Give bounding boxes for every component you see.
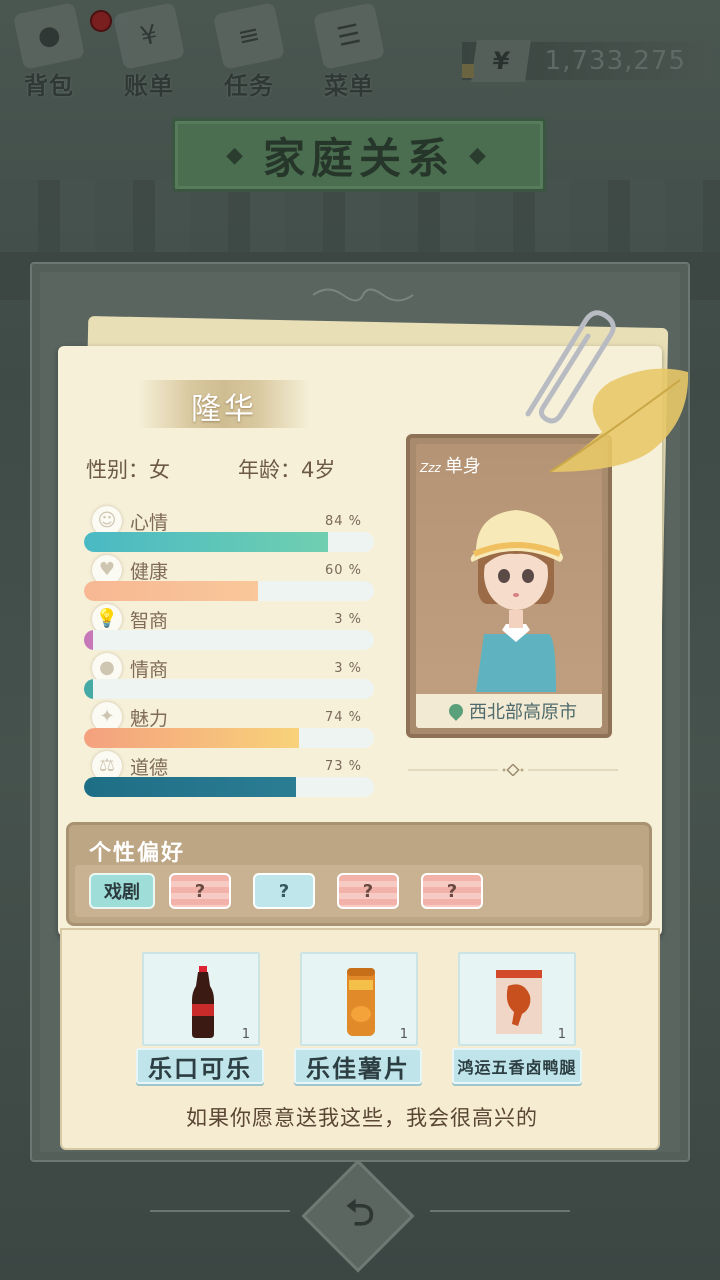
character-portrait <box>470 510 563 692</box>
status-text: 单身 <box>444 456 481 477</box>
stat-bar-fill <box>84 581 258 601</box>
gift-name-cola[interactable]: 乐口可乐 <box>136 1048 264 1084</box>
bill-icon: ¥ <box>112 2 186 70</box>
personality-panel: 个性偏好 戏剧 ? ? ? ? <box>66 822 652 926</box>
stat-bar-fill <box>84 532 328 552</box>
personality-tag-locked[interactable]: ? <box>253 873 315 909</box>
coin-chip-icon <box>462 64 474 78</box>
personality-tag-locked[interactable]: ? <box>169 873 231 909</box>
bag-icon: ● <box>12 2 86 70</box>
location-bar: 西北部高原市 <box>416 694 602 728</box>
stat-bar-track <box>84 532 374 552</box>
family-relations-banner: ◆ 家庭关系 ◆ <box>172 118 546 192</box>
stat-percent: 3 % <box>334 661 362 676</box>
divider-ornament <box>408 764 618 776</box>
stat-row: ♥ 健康 60 % <box>84 555 376 603</box>
money-display: ¥ 1,733,275 <box>462 40 712 82</box>
ornament-icon <box>312 288 414 302</box>
gift-slot-duck-leg[interactable]: 1 <box>458 952 576 1046</box>
yen-icon: ¥ <box>471 40 531 82</box>
sleep-zzz-icon: Zzz <box>420 461 441 475</box>
chips-can-icon <box>347 968 375 1036</box>
gifts-panel: 1 1 1 乐口可乐 乐佳薯片 鸿运五香卤鸭腿 如果你愿意送我这些，我会很高兴的 <box>60 928 660 1150</box>
stat-bar-track <box>84 728 374 748</box>
personality-title: 个性偏好 <box>89 841 186 866</box>
stat-row: 💡 智商 3 % <box>84 604 376 652</box>
menu-label: 菜单 <box>324 72 374 100</box>
location-text: 西北部高原市 <box>469 702 577 723</box>
stat-percent: 60 % <box>324 563 362 578</box>
bag-label: 背包 <box>24 72 74 100</box>
stat-label: 心情 <box>130 512 169 534</box>
stat-percent: 84 % <box>324 514 362 529</box>
bottom-divider-left <box>150 1210 290 1216</box>
ginkgo-leaf-icon <box>549 368 689 473</box>
character-name: 隆华 <box>191 392 257 427</box>
stat-percent: 3 % <box>334 612 362 627</box>
stat-row: ● 情商 3 % <box>84 653 376 701</box>
stat-label: 健康 <box>130 561 169 583</box>
bill-label: 账单 <box>124 72 174 100</box>
duck-leg-pack-icon <box>496 970 542 1034</box>
bill-button[interactable]: ¥ 账单 <box>104 2 194 104</box>
cola-bottle-icon <box>192 966 214 1038</box>
gift-count: 1 <box>399 1027 408 1042</box>
task-label: 任务 <box>224 72 274 100</box>
gift-slot-chips[interactable]: 1 <box>300 952 418 1046</box>
back-arrow-icon: ⮌ <box>345 1193 375 1234</box>
gift-name-duck-leg[interactable]: 鸿运五香卤鸭腿 <box>452 1048 582 1084</box>
personality-tag-locked[interactable]: ? <box>421 873 483 909</box>
gift-slot-cola[interactable]: 1 <box>142 952 260 1046</box>
bag-button[interactable]: ● 背包 <box>4 2 94 104</box>
stat-bar-fill <box>84 630 93 650</box>
menu-button[interactable]: ☰ 菜单 <box>304 2 394 104</box>
stat-percent: 73 % <box>324 759 362 774</box>
age-text: 年龄：4岁 <box>238 458 336 482</box>
stat-row: ☺ 心情 84 % <box>84 506 376 554</box>
top-bar: ● 背包 ¥ 账单 ≡ 任务 ☰ 菜单 ¥ 1,733,275 <box>0 0 720 110</box>
stat-label: 魅力 <box>130 708 169 730</box>
stat-bar-fill <box>84 679 93 699</box>
gift-count: 1 <box>241 1027 250 1042</box>
menu-icon: ☰ <box>312 2 386 70</box>
stat-bar-track <box>84 630 374 650</box>
stat-row: ✦ 魅力 74 % <box>84 702 376 750</box>
stat-label: 情商 <box>130 659 169 681</box>
gift-count: 1 <box>557 1027 566 1042</box>
gift-name-chips[interactable]: 乐佳薯片 <box>294 1048 422 1084</box>
gift-message: 如果你愿意送我这些，我会很高兴的 <box>186 1106 538 1130</box>
stat-bar-track <box>84 777 374 797</box>
personality-tag-drama[interactable]: 戏剧 <box>89 873 155 909</box>
stat-label: 智商 <box>130 610 169 632</box>
portrait-inner: Zzz 单身 西北部高原市 <box>416 444 602 728</box>
stat-bar-fill <box>84 777 296 797</box>
personality-tag-locked[interactable]: ? <box>337 873 399 909</box>
stat-bar-track <box>84 581 374 601</box>
stat-row: ⚖ 道德 73 % <box>84 751 376 799</box>
diamond-icon-right: ◆ <box>469 142 492 168</box>
stat-bar-track <box>84 679 374 699</box>
stat-percent: 74 % <box>324 710 362 725</box>
bottom-divider-right <box>430 1210 570 1216</box>
stat-bar-fill <box>84 728 299 748</box>
gender-text: 性别：女 <box>86 458 170 482</box>
diamond-icon-left: ◆ <box>226 142 249 168</box>
page-title: 家庭关系 <box>262 133 455 183</box>
money-value: 1,733,275 <box>544 46 686 76</box>
task-button[interactable]: ≡ 任务 <box>204 2 294 104</box>
relationship-status: Zzz 单身 <box>420 452 481 478</box>
stat-label: 道德 <box>130 757 169 779</box>
task-icon: ≡ <box>212 2 286 70</box>
location-pin-icon <box>446 701 466 721</box>
